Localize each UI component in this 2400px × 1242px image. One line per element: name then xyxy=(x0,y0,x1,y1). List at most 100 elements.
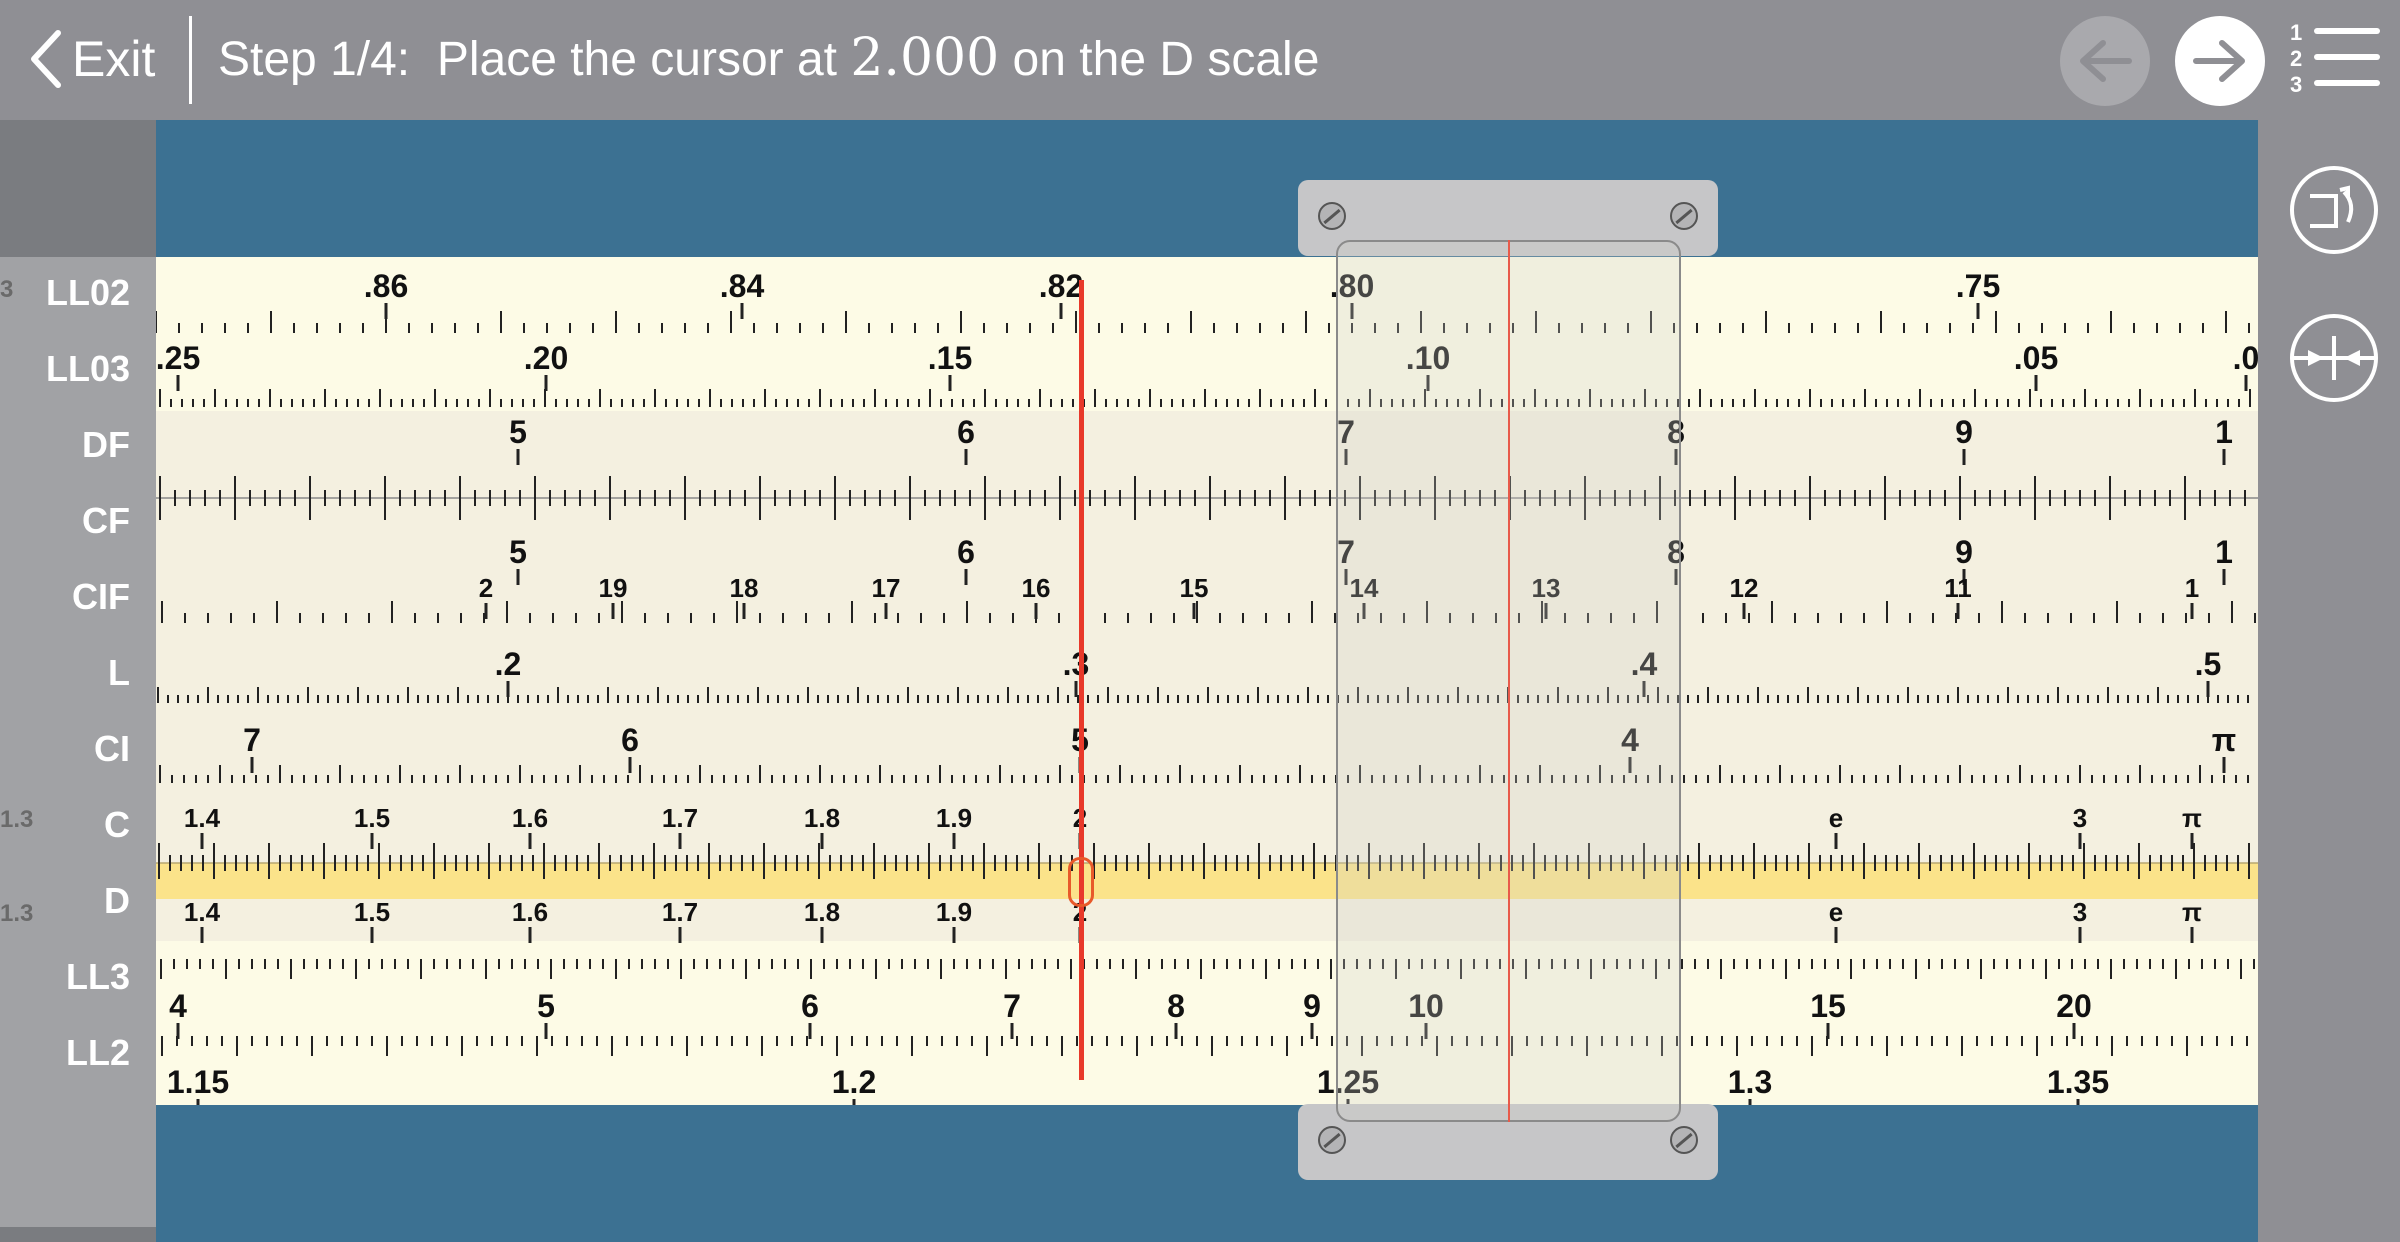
scale-number: .86 xyxy=(364,268,408,304)
scale-number: .20 xyxy=(524,340,568,376)
target-marker-oval xyxy=(1068,857,1094,907)
step-suffix: on the D scale xyxy=(999,33,1320,86)
scale-number: 1.4 xyxy=(184,897,221,927)
scale-number: 7 xyxy=(243,722,261,758)
exit-label: Exit xyxy=(72,31,156,87)
steps-menu-button[interactable]: 1 2 3 xyxy=(2288,18,2388,98)
scale-number: 15 xyxy=(1810,988,1846,1024)
step-prefix: Step 1/4: Place the cursor at xyxy=(218,33,851,86)
scale-number: 12 xyxy=(1730,573,1759,603)
step-instruction: Step 1/4: Place the cursor at 2.000 on t… xyxy=(218,28,1319,88)
scale-number: 6 xyxy=(801,988,819,1024)
arrow-right-icon xyxy=(2193,40,2245,82)
scale-number: 6 xyxy=(957,414,975,450)
scale-number: 1.9 xyxy=(936,897,972,927)
svg-text:2: 2 xyxy=(2290,46,2302,71)
flip-rule-icon xyxy=(2310,185,2354,228)
scale-number: .75 xyxy=(1956,268,2000,304)
scale-number: 1.2 xyxy=(832,1064,876,1100)
slide-face[interactable] xyxy=(156,411,2258,941)
scale-number: .05 xyxy=(2014,340,2058,376)
scale-number: 6 xyxy=(957,534,975,570)
scale-label-c: C xyxy=(104,804,130,845)
scale-number: .0 xyxy=(2233,340,2258,376)
arrow-left-icon xyxy=(2080,40,2132,82)
scale-number: 1.4 xyxy=(184,803,221,833)
exit-button[interactable]: Exit xyxy=(28,26,155,92)
scale-number: .2 xyxy=(495,646,522,682)
screw-icon xyxy=(1670,202,1698,230)
scale-number: π xyxy=(2182,897,2202,927)
scale-number: 1.7 xyxy=(662,897,698,927)
svg-text:1: 1 xyxy=(2290,20,2302,45)
scale-number: 5 xyxy=(509,534,527,570)
scale-label-cif: CIF xyxy=(72,576,130,617)
scale-number: 2 xyxy=(479,573,493,603)
right-sidebar xyxy=(2258,120,2400,1242)
scale-number: 1.6 xyxy=(512,897,548,927)
previous-step-button[interactable] xyxy=(2060,16,2150,106)
scale-number: .5 xyxy=(2195,646,2222,682)
scale-label-d: D xyxy=(104,880,130,921)
chevron-left-icon xyxy=(31,30,61,88)
scale-number: 1.6 xyxy=(512,803,548,833)
scale-number: 1 xyxy=(2215,534,2233,570)
scale-number: 5 xyxy=(537,988,555,1024)
scale-label-cf: CF xyxy=(82,500,130,541)
scale-label-l: L xyxy=(108,652,130,693)
scale-number: 19 xyxy=(599,573,628,603)
scale-number: e xyxy=(1829,803,1843,833)
scale-number: 1.3 xyxy=(1728,1064,1772,1100)
scale-number: 4 xyxy=(169,988,187,1024)
scale-number: 8 xyxy=(1167,988,1185,1024)
scale-label-ci: CI xyxy=(94,728,130,769)
screw-icon xyxy=(1318,1126,1346,1154)
scale-number: 1 xyxy=(2215,414,2233,450)
scale-number: .15 xyxy=(928,340,972,376)
scale-number: 1.8 xyxy=(804,897,840,927)
slide-rule-body[interactable]: .86.84.82.80.75.25.20.15.10.05.05 6 7 8 9 15 6… xyxy=(156,257,2258,1105)
d-scale-highlight xyxy=(156,863,2258,899)
scale-number: 9 xyxy=(1303,988,1321,1024)
scale-number: 3 xyxy=(2073,897,2087,927)
scale-number: 1.15 xyxy=(167,1064,229,1100)
scale-number: 9 xyxy=(1955,414,1973,450)
scale-number: 1.8 xyxy=(804,803,840,833)
top-toolbar: Exit Step 1/4: Place the cursor at 2.000… xyxy=(0,0,2400,120)
scale-number: 5 xyxy=(509,414,527,450)
center-cursor-button[interactable] xyxy=(2290,314,2378,402)
center-cursor-icon xyxy=(2294,336,2374,380)
scale-number: .25 xyxy=(156,340,200,376)
numbered-list-icon: 1 2 3 xyxy=(2290,20,2380,97)
scale-number: 1.5 xyxy=(354,897,390,927)
scale-number: 7 xyxy=(1003,988,1021,1024)
scale-number: .3 xyxy=(1063,646,1090,682)
scale-number: 16 xyxy=(1022,573,1051,603)
scale-number: 1.7 xyxy=(662,803,698,833)
scale-label-ll3: LL3 xyxy=(65,956,130,997)
scale-number: 17 xyxy=(872,573,901,603)
cursor-hairline xyxy=(1508,240,1510,1122)
scale-number: 11 xyxy=(1944,573,1972,603)
flip-rule-button[interactable] xyxy=(2290,166,2378,254)
scale-number: 3 xyxy=(2073,803,2087,833)
scale-label-ll02: LL02 xyxy=(45,272,130,313)
scale-number: π xyxy=(2182,803,2202,833)
scale-number: π xyxy=(2212,722,2237,758)
scale-number: .84 xyxy=(720,268,765,304)
scale-number: 15 xyxy=(1180,573,1209,603)
scale-label-df: DF xyxy=(82,424,130,465)
scale-number: 18 xyxy=(730,573,759,603)
next-step-button[interactable] xyxy=(2175,16,2265,106)
screw-icon xyxy=(1670,1126,1698,1154)
toolbar-divider xyxy=(189,16,192,104)
scale-number: 20 xyxy=(2056,988,2092,1024)
scale-number: 1.35 xyxy=(2047,1064,2109,1100)
scale-number: 1 xyxy=(2185,573,2199,603)
step-target-value: 2.000 xyxy=(850,28,1000,88)
scale-number: .82 xyxy=(1039,268,1083,304)
scale-number: 1.9 xyxy=(936,803,972,833)
scale-label-ll03: LL03 xyxy=(45,348,130,389)
svg-text:3: 3 xyxy=(2290,72,2302,97)
scale-number: 9 xyxy=(1955,534,1973,570)
